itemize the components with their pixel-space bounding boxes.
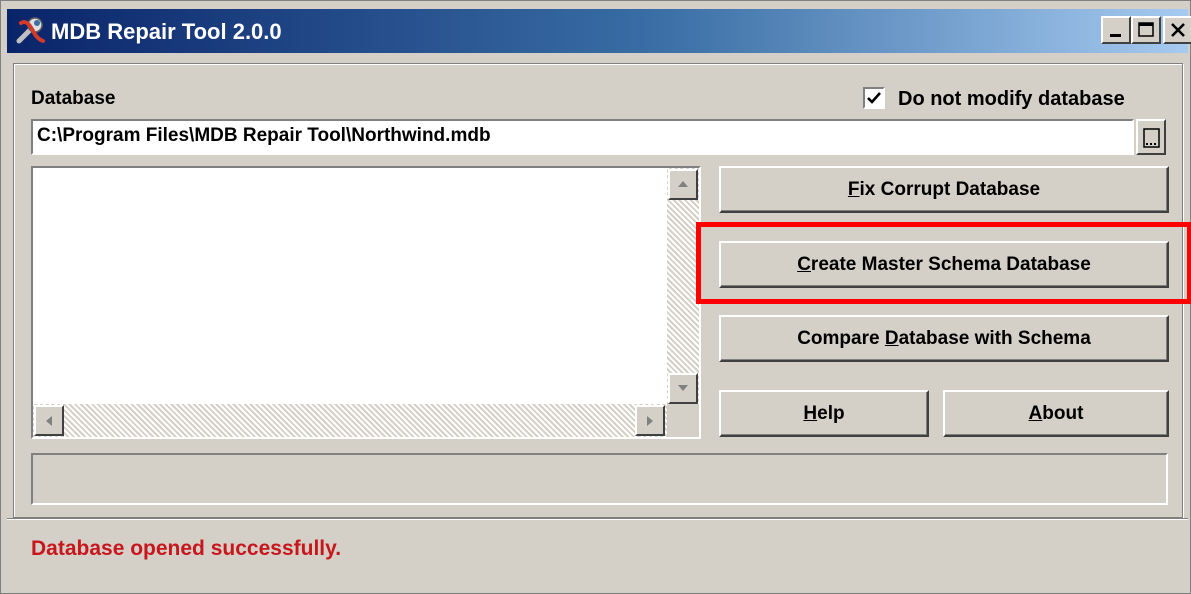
window-title: MDB Repair Tool 2.0.0 xyxy=(51,19,282,44)
do-not-modify-label[interactable]: Do not modify database xyxy=(898,88,1125,111)
scroll-down-button[interactable] xyxy=(668,373,698,404)
about-label: bout xyxy=(1042,402,1084,424)
compare-database-button[interactable]: Compare Database with Schema xyxy=(719,315,1169,362)
compare-mnemonic: D xyxy=(884,327,899,349)
scrollbar-corner xyxy=(667,404,699,437)
about-button[interactable]: About xyxy=(943,390,1169,437)
database-label: Database xyxy=(31,88,116,109)
title-bar[interactable]: MDB Repair Tool 2.0.0 xyxy=(7,9,1191,53)
checkmark-icon xyxy=(867,92,881,104)
fix-mnemonic: F xyxy=(847,178,860,200)
create-label: reate Master Schema Database xyxy=(810,253,1091,275)
scroll-left-button[interactable] xyxy=(34,405,64,436)
compare-label-pre: Compare xyxy=(797,327,885,349)
create-master-schema-button[interactable]: Create Master Schema Database xyxy=(719,241,1169,288)
database-path-field[interactable]: C:\Program Files\MDB Repair Tool\Northwi… xyxy=(31,119,1134,155)
browse-icon xyxy=(1143,128,1160,148)
wrench-icon xyxy=(15,15,47,47)
minimize-button[interactable] xyxy=(1101,16,1131,44)
app-window: MDB Repair Tool 2.0.0 Database Do not mo… xyxy=(0,0,1191,594)
vertical-scrollbar[interactable] xyxy=(667,168,699,404)
progress-bar xyxy=(31,453,1168,505)
help-label: elp xyxy=(817,402,845,424)
compare-label: atabase with Schema xyxy=(898,327,1091,349)
maximize-button[interactable] xyxy=(1131,16,1161,44)
fix-label: ix Corrupt Database xyxy=(859,178,1041,200)
help-mnemonic: H xyxy=(803,402,818,424)
log-listbox[interactable] xyxy=(31,166,701,439)
about-mnemonic: A xyxy=(1028,402,1043,424)
fix-corrupt-database-button[interactable]: Fix Corrupt Database xyxy=(719,166,1169,213)
scroll-right-button[interactable] xyxy=(635,405,665,436)
scroll-up-button[interactable] xyxy=(668,169,698,200)
help-button[interactable]: Help xyxy=(719,390,929,437)
do-not-modify-checkbox[interactable] xyxy=(863,87,885,109)
status-divider xyxy=(7,518,1188,520)
browse-button[interactable] xyxy=(1136,119,1166,155)
create-mnemonic: C xyxy=(797,253,811,275)
close-button[interactable] xyxy=(1163,16,1191,44)
status-message: Database opened successfully. xyxy=(31,537,342,560)
horizontal-scrollbar[interactable] xyxy=(33,404,667,437)
